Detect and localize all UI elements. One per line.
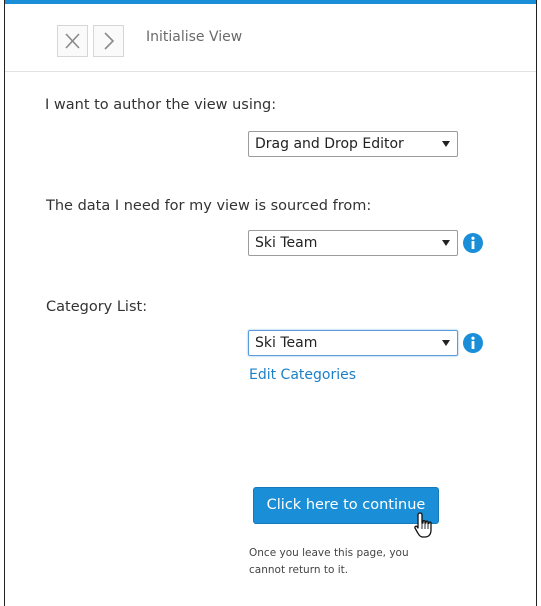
category-list-select[interactable]: Ski Team <box>248 330 458 356</box>
category-list-label: Category List: <box>46 299 148 315</box>
author-method-select[interactable]: Drag and Drop Editor <box>248 131 458 157</box>
data-source-value: Ski Team <box>255 235 318 251</box>
continue-note-line-2: cannot return to it. <box>249 564 349 576</box>
dropdown-arrow-icon <box>442 340 450 346</box>
info-icon <box>471 236 475 249</box>
author-method-value: Drag and Drop Editor <box>255 136 404 152</box>
chevron-right-icon <box>104 32 115 50</box>
dropdown-arrow-icon <box>442 240 450 246</box>
panel-header: Initialise View <box>5 4 536 72</box>
dropdown-arrow-icon <box>442 141 450 147</box>
close-icon <box>65 33 80 49</box>
data-source-select[interactable]: Ski Team <box>248 230 458 256</box>
data-source-label: The data I need for my view is sourced f… <box>46 198 372 214</box>
wizard-panel: Initialise View I want to author the vie… <box>4 0 537 606</box>
hand-pointer-icon <box>414 512 432 538</box>
page-title: Initialise View <box>146 29 243 45</box>
author-method-label: I want to author the view using: <box>45 97 277 113</box>
category-list-value: Ski Team <box>255 335 318 351</box>
category-info-icon[interactable] <box>463 333 483 353</box>
next-button[interactable] <box>93 25 124 57</box>
edit-categories-link[interactable]: Edit Categories <box>249 367 356 383</box>
data-source-info-icon[interactable] <box>463 233 483 253</box>
close-button[interactable] <box>57 25 88 57</box>
continue-note-line-1: Once you leave this page, you <box>249 547 409 559</box>
continue-note: Once you leave this page, you cannot ret… <box>249 545 449 579</box>
info-icon <box>471 336 475 349</box>
